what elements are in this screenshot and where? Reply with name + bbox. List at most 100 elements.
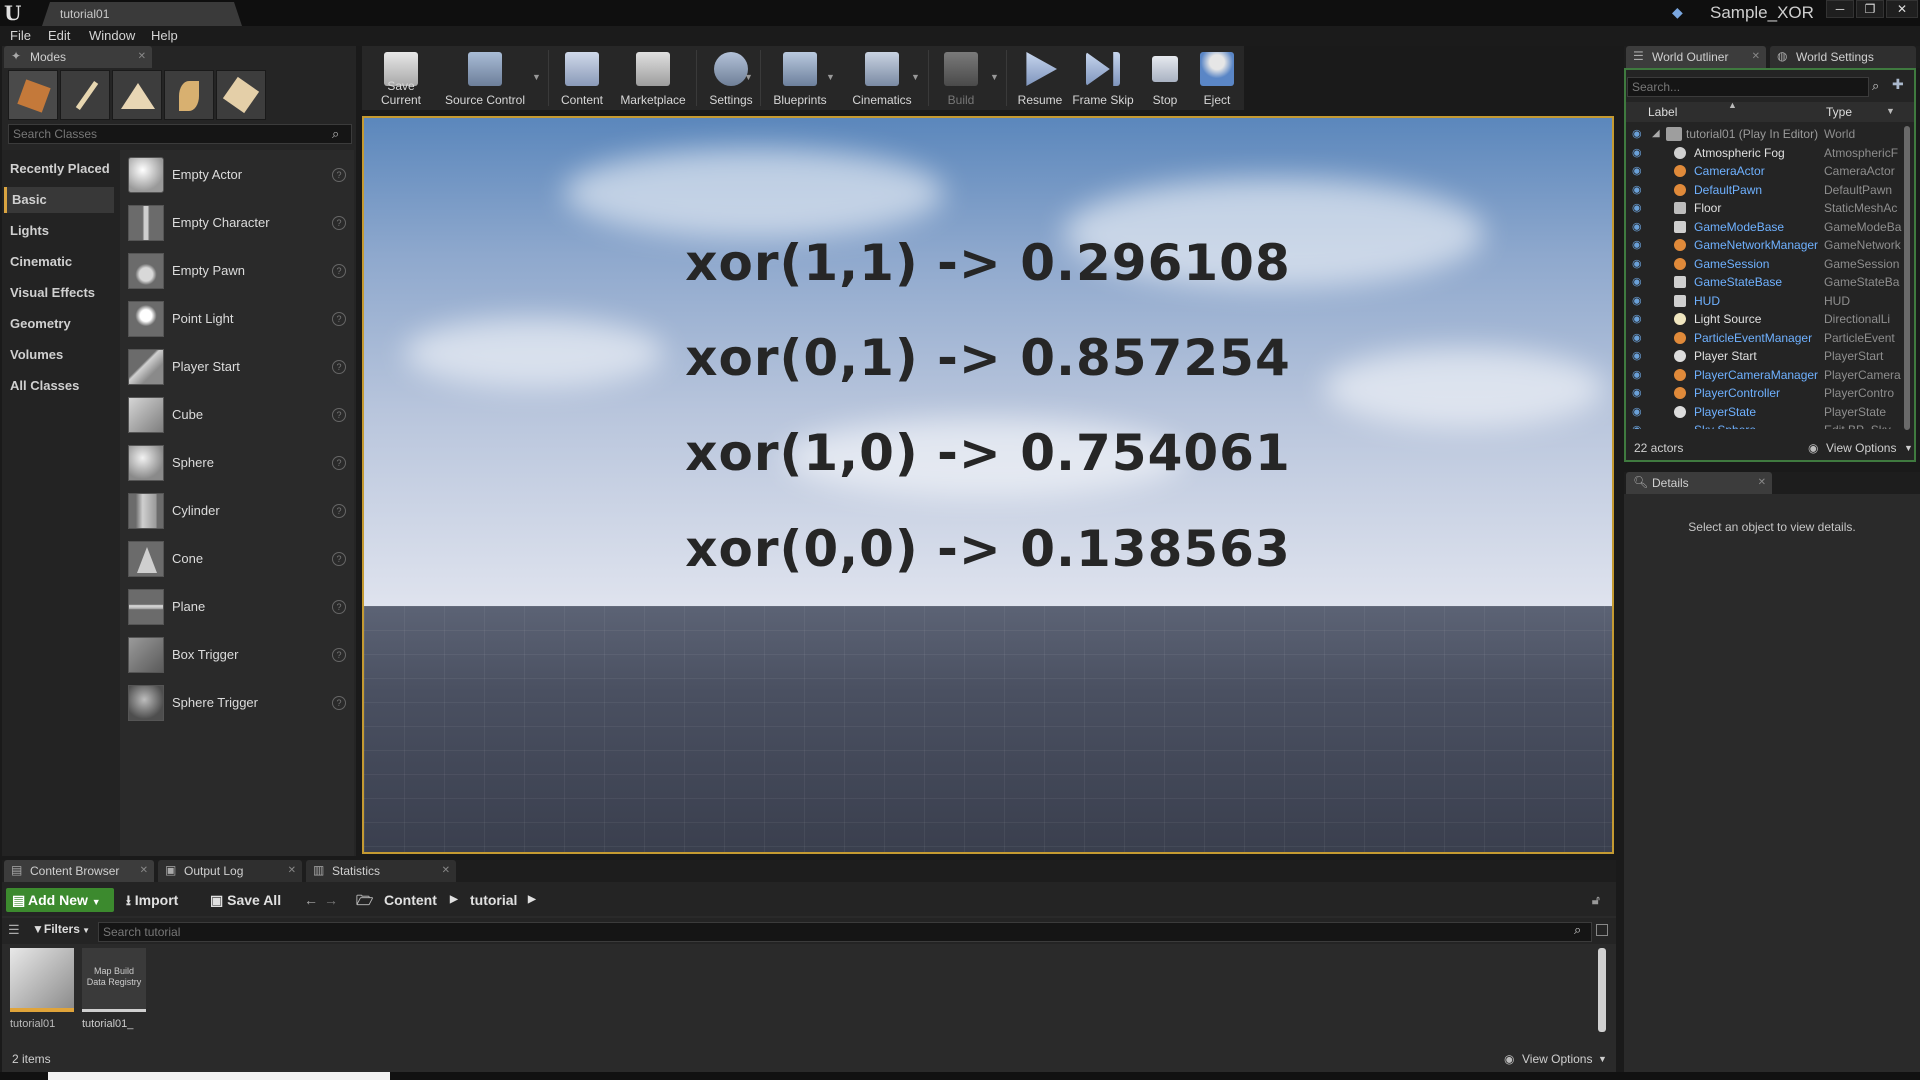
category-cinematic[interactable]: Cinematic bbox=[10, 249, 120, 275]
class-item-sphere[interactable]: Sphere ? bbox=[126, 441, 352, 485]
paint-mode-button[interactable] bbox=[60, 70, 110, 120]
category-all-classes[interactable]: All Classes bbox=[10, 373, 120, 399]
resume-button[interactable]: Resume bbox=[1012, 46, 1068, 110]
class-item-empty-character[interactable]: Empty Character ? bbox=[126, 201, 352, 245]
column-type-header[interactable]: Type bbox=[1826, 105, 1852, 119]
help-icon[interactable]: ? bbox=[332, 456, 346, 470]
outliner-row[interactable]: ◉ PlayerState PlayerState bbox=[1626, 403, 1906, 422]
visibility-eye-icon[interactable]: ◉ bbox=[1632, 199, 1648, 217]
breadcrumb-content[interactable]: Content bbox=[384, 888, 437, 912]
save-search-icon[interactable] bbox=[1596, 924, 1608, 936]
caret-down-icon[interactable]: ▼ bbox=[990, 72, 1000, 82]
help-icon[interactable]: ? bbox=[332, 648, 346, 662]
visibility-eye-icon[interactable]: ◉ bbox=[1632, 421, 1648, 429]
outliner-row[interactable]: ◉ ◢ tutorial01 (Play In Editor) World bbox=[1626, 125, 1906, 144]
category-volumes[interactable]: Volumes bbox=[10, 342, 120, 368]
search-icon[interactable]: ⌕ bbox=[1872, 78, 1888, 96]
level-viewport[interactable]: xor(1,1) -> 0.296108 xor(0,1) -> 0.85725… bbox=[362, 116, 1614, 854]
asset-tutorial01[interactable]: tutorial01 bbox=[10, 948, 74, 1030]
tab-details[interactable]: 🔍︎ Details ✕ bbox=[1626, 472, 1772, 494]
column-label-header[interactable]: Label bbox=[1648, 105, 1677, 119]
visibility-eye-icon[interactable]: ◉ bbox=[1632, 384, 1648, 402]
place-mode-button[interactable] bbox=[8, 70, 58, 120]
view-options-button[interactable]: View Options bbox=[1826, 436, 1896, 460]
help-icon[interactable]: ? bbox=[332, 168, 346, 182]
outliner-row[interactable]: ◉ GameStateBase GameStateBa bbox=[1626, 273, 1906, 292]
outliner-scrollbar[interactable] bbox=[1904, 126, 1910, 430]
visibility-eye-icon[interactable]: ◉ bbox=[1632, 218, 1648, 236]
visibility-eye-icon[interactable]: ◉ bbox=[1632, 347, 1648, 365]
breadcrumb-caret-icon[interactable]: ▶ bbox=[450, 888, 458, 912]
stop-button[interactable]: Stop bbox=[1140, 46, 1190, 110]
class-item-point-light[interactable]: Point Light ? bbox=[126, 297, 352, 341]
forward-arrow-icon[interactable]: → bbox=[324, 888, 338, 912]
class-item-cone[interactable]: Cone ? bbox=[126, 537, 352, 581]
category-lights[interactable]: Lights bbox=[10, 218, 120, 244]
tab-statistics[interactable]: ▥ Statistics ✕ bbox=[306, 860, 456, 882]
foliage-mode-button[interactable] bbox=[164, 70, 214, 120]
class-item-cube[interactable]: Cube ? bbox=[126, 393, 352, 437]
outliner-row[interactable]: ◉ ParticleEventManager ParticleEvent bbox=[1626, 329, 1906, 348]
close-icon[interactable]: ✕ bbox=[442, 860, 450, 882]
lock-icon[interactable]: 🔓︎ bbox=[1592, 888, 1600, 912]
search-classes-input[interactable]: Search Classes bbox=[8, 124, 352, 144]
help-icon[interactable]: ? bbox=[332, 600, 346, 614]
source-control-button[interactable]: Source Control bbox=[442, 46, 528, 110]
visibility-eye-icon[interactable]: ◉ bbox=[1632, 366, 1648, 384]
outliner-row[interactable]: ◉ CameraActor CameraActor bbox=[1626, 162, 1906, 181]
asset-map-build-data-registry[interactable]: Map Build Data Registry tutorial01_ bbox=[82, 948, 146, 1030]
menu-help[interactable]: Help bbox=[151, 26, 178, 46]
help-icon[interactable]: ? bbox=[332, 360, 346, 374]
outliner-row[interactable]: ◉ Floor StaticMeshAc bbox=[1626, 199, 1906, 218]
outliner-row[interactable]: ◉ DefaultPawn DefaultPawn bbox=[1626, 181, 1906, 200]
breadcrumb-caret-icon[interactable]: ▶ bbox=[528, 888, 536, 912]
outliner-row[interactable]: ◉ PlayerCameraManager PlayerCamera bbox=[1626, 366, 1906, 385]
tab-output-log[interactable]: ▣ Output Log ✕ bbox=[158, 860, 302, 882]
minimize-button[interactable]: ─ bbox=[1826, 0, 1854, 18]
import-button[interactable]: ⭳ Import bbox=[126, 888, 178, 912]
class-item-empty-actor[interactable]: Empty Actor ? bbox=[126, 153, 352, 197]
blueprints-button[interactable]: Blueprints bbox=[766, 46, 834, 110]
build-button[interactable]: Build bbox=[932, 46, 990, 110]
visibility-eye-icon[interactable]: ◉ bbox=[1632, 310, 1648, 328]
category-recently-placed[interactable]: Recently Placed bbox=[10, 156, 120, 182]
category-basic[interactable]: Basic bbox=[4, 187, 114, 213]
visibility-eye-icon[interactable]: ◉ bbox=[1632, 273, 1648, 291]
help-icon[interactable]: ? bbox=[332, 552, 346, 566]
caret-down-icon[interactable]: ▼ bbox=[532, 72, 542, 82]
close-icon[interactable]: ✕ bbox=[138, 46, 146, 68]
outliner-search-input[interactable]: Search... bbox=[1627, 77, 1869, 97]
help-icon[interactable]: ? bbox=[332, 216, 346, 230]
content-search-input[interactable]: Search tutorial bbox=[98, 922, 1592, 942]
marketplace-button[interactable]: Marketplace bbox=[614, 46, 692, 110]
visibility-eye-icon[interactable]: ◉ bbox=[1632, 255, 1648, 273]
visibility-eye-icon[interactable]: ◉ bbox=[1632, 329, 1648, 347]
content-scrollbar[interactable] bbox=[1598, 948, 1606, 1032]
close-button[interactable]: ✕ bbox=[1886, 0, 1918, 18]
content-button[interactable]: Content bbox=[552, 46, 612, 110]
help-icon[interactable]: ? bbox=[332, 264, 346, 278]
help-icon[interactable]: ? bbox=[332, 504, 346, 518]
menu-window[interactable]: Window bbox=[89, 26, 135, 46]
document-tab[interactable]: tutorial01 bbox=[42, 2, 242, 26]
help-icon[interactable]: ? bbox=[332, 696, 346, 710]
sources-toggle-icon[interactable]: ☰ bbox=[8, 922, 20, 938]
close-icon[interactable]: ✕ bbox=[288, 860, 296, 882]
category-visual-effects[interactable]: Visual Effects bbox=[10, 280, 120, 306]
search-icon[interactable]: ⌕ bbox=[1574, 922, 1581, 938]
class-item-player-start[interactable]: Player Start ? bbox=[126, 345, 352, 389]
eject-button[interactable]: Eject bbox=[1192, 46, 1242, 110]
outliner-row[interactable]: ◉ PlayerController PlayerContro bbox=[1626, 384, 1906, 403]
close-icon[interactable]: ✕ bbox=[1752, 46, 1760, 68]
outliner-row[interactable]: ◉ GameModeBase GameModeBa bbox=[1626, 218, 1906, 237]
outliner-row[interactable]: ◉ GameNetworkManager GameNetwork bbox=[1626, 236, 1906, 255]
save-current-button[interactable]: Save Current bbox=[366, 46, 436, 110]
visibility-eye-icon[interactable]: ◉ bbox=[1632, 181, 1648, 199]
geometry-mode-button[interactable] bbox=[216, 70, 266, 120]
taskbar-active-window[interactable] bbox=[48, 1072, 390, 1080]
caret-down-icon[interactable]: ▼ bbox=[911, 72, 921, 82]
class-item-box-trigger[interactable]: Box Trigger ? bbox=[126, 633, 352, 677]
category-geometry[interactable]: Geometry bbox=[10, 311, 120, 337]
outliner-row[interactable]: ◉ Sky Sphere Edit BP_Sky bbox=[1626, 421, 1906, 429]
class-item-cylinder[interactable]: Cylinder ? bbox=[126, 489, 352, 533]
